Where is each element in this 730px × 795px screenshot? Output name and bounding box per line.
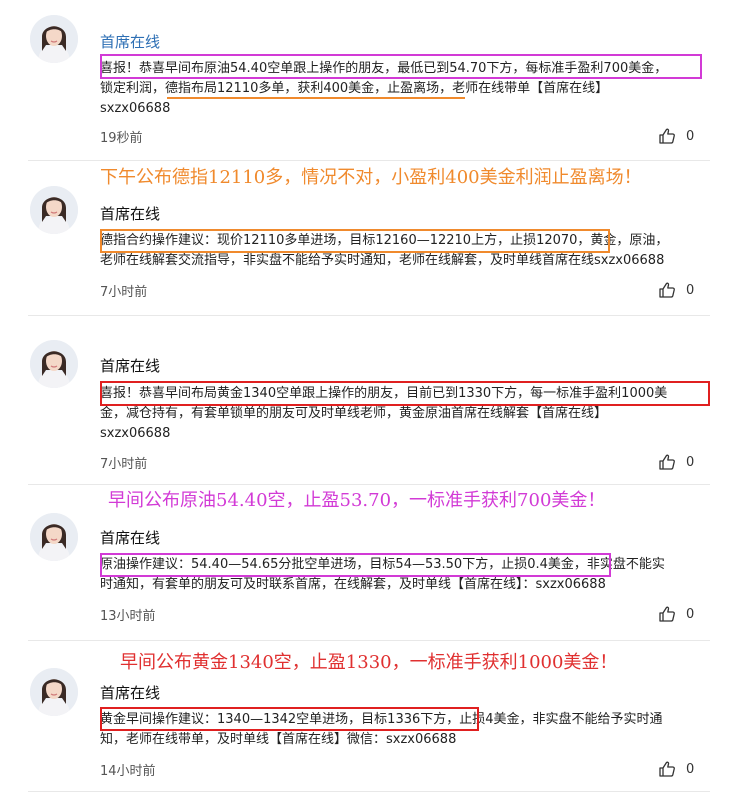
thumbs-up-icon xyxy=(658,281,676,299)
timestamp: 19秒前 xyxy=(100,131,143,146)
like-count: 0 xyxy=(686,761,695,777)
highlight-underline xyxy=(167,97,465,99)
avatar-portrait-icon xyxy=(30,513,78,561)
like-button[interactable]: 0 xyxy=(658,453,694,471)
avatar[interactable] xyxy=(30,340,78,388)
post-text-line: 喜报！恭喜早间布原油54.40空单跟上操作的朋友，最低已到54.70下方，每标准… xyxy=(100,61,668,76)
like-count: 0 xyxy=(686,454,695,470)
post-text-line: 知，老师在线带单，及时单线【首席在线】微信：sxzx06688 xyxy=(100,732,457,747)
thumbs-up-icon xyxy=(658,453,676,471)
post-text-line: 原油操作建议：54.40—54.65分批空单进场，目标54—53.50下方，止损… xyxy=(100,557,665,572)
avatar-portrait-icon xyxy=(30,668,78,716)
post-text-line: sxzx06688 xyxy=(100,101,171,116)
post-body: 喜报！恭喜早间布原油54.40空单跟上操作的朋友，最低已到54.70下方，每标准… xyxy=(100,59,710,119)
avatar[interactable] xyxy=(30,15,78,63)
timestamp: 7小时前 xyxy=(100,457,148,472)
author-name[interactable]: 首席在线 xyxy=(100,529,160,547)
avatar[interactable] xyxy=(30,186,78,234)
thumbs-up-icon xyxy=(658,127,676,145)
avatar[interactable] xyxy=(30,513,78,561)
like-button[interactable]: 0 xyxy=(658,760,694,778)
announcement-banner: 早间公布原油54.40空，止盈53.70，一标准手获利700美金！ xyxy=(108,490,606,511)
thumbs-up-icon xyxy=(658,760,676,778)
timestamp: 13小时前 xyxy=(100,609,156,624)
author-name[interactable]: 首席在线 xyxy=(100,684,160,702)
post-1: 首席在线 喜报！恭喜早间布原油54.40空单跟上操作的朋友，最低已到54.70下… xyxy=(0,0,730,160)
timestamp: 14小时前 xyxy=(100,764,156,779)
author-name[interactable]: 首席在线 xyxy=(100,357,160,375)
announcement-banner: 下午公布德指12110多，情况不对，小盈利400美金利润止盈离场！ xyxy=(100,167,642,188)
like-count: 0 xyxy=(686,282,695,298)
like-button[interactable]: 0 xyxy=(658,127,694,145)
post-text-line: 喜报！恭喜早间布局黄金1340空单跟上操作的朋友，目前已到1330下方，每一标准… xyxy=(100,386,668,401)
post-text-line: 锁定利润，德指布局12110多单，获利400美金，止盈离场，老师在线带单【首席在… xyxy=(100,81,609,96)
post-text-line: 时通知，有套单的朋友可及时联系首席，在线解套，及时单线【首席在线】：sxzx06… xyxy=(100,577,606,592)
post-body: 黄金早间操作建议：1340—1342空单进场，目标1336下方，止损4美金，非实… xyxy=(100,710,710,750)
like-button[interactable]: 0 xyxy=(658,281,694,299)
post-text-line: 金，减仓持有，有套单锁单的朋友可及时单线老师，黄金原油首席在线解套【首席在线】 xyxy=(100,406,608,421)
post-text-line: 黄金早间操作建议：1340—1342空单进场，目标1336下方，止损4美金，非实… xyxy=(100,712,663,727)
avatar-portrait-icon xyxy=(30,15,78,63)
like-count: 0 xyxy=(686,606,695,622)
like-button[interactable]: 0 xyxy=(658,605,694,623)
author-name[interactable]: 首席在线 xyxy=(100,205,160,223)
divider xyxy=(28,484,710,485)
divider xyxy=(28,791,710,792)
thumbs-up-icon xyxy=(658,605,676,623)
divider xyxy=(28,160,710,161)
announcement-banner: 早间公布黄金1340空，止盈1330，一标准手获利1000美金！ xyxy=(120,652,618,673)
author-name[interactable]: 首席在线 xyxy=(100,33,160,51)
avatar-portrait-icon xyxy=(30,340,78,388)
post-text-line: sxzx06688 xyxy=(100,426,171,441)
post-body: 德指合约操作建议：现价12110多单进场，目标12160—12210上方，止损1… xyxy=(100,231,710,271)
like-count: 0 xyxy=(686,128,695,144)
timestamp: 7小时前 xyxy=(100,285,148,300)
avatar-portrait-icon xyxy=(30,186,78,234)
post-body: 喜报！恭喜早间布局黄金1340空单跟上操作的朋友，目前已到1330下方，每一标准… xyxy=(100,384,710,444)
post-text-line: 老师在线解套交流指导，非实盘不能给予实时通知，老师在线解套，及时单线首席在线sx… xyxy=(100,253,665,268)
divider xyxy=(28,315,710,316)
post-body: 原油操作建议：54.40—54.65分批空单进场，目标54—53.50下方，止损… xyxy=(100,555,710,595)
post-text-line: 德指合约操作建议：现价12110多单进场，目标12160—12210上方，止损1… xyxy=(100,233,669,248)
divider xyxy=(28,640,710,641)
avatar[interactable] xyxy=(30,668,78,716)
